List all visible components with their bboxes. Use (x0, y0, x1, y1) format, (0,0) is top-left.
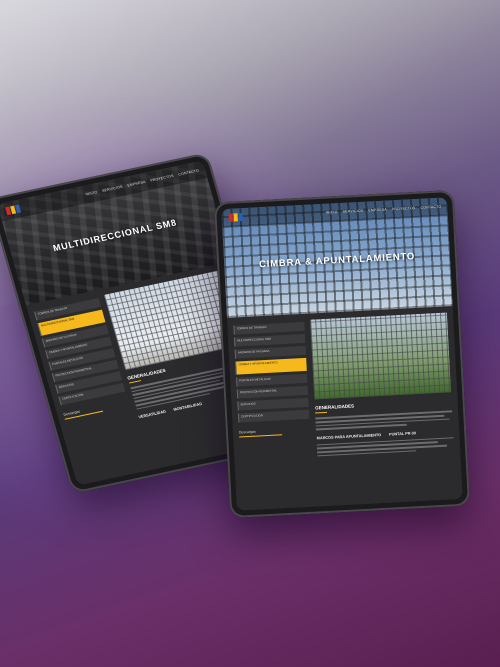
sidebar-menu: TORRES DE TRABAJO MULTIDIRECCIONAL SM8 A… (227, 313, 318, 510)
nav-item-proyectos[interactable]: PROYECTOS (150, 174, 174, 183)
sidebar-item-puntales[interactable]: PUNTALES METÁLICOS (236, 373, 308, 387)
downloads-heading: Descargas (238, 429, 256, 435)
title-underline (315, 412, 328, 414)
title-underline (128, 380, 141, 384)
tablet-front-screen: INICIO SERVICIOS EMPRESA PROYECTOS CONTA… (221, 197, 463, 511)
nav-item-servicios[interactable]: SERVICIOS (102, 185, 123, 193)
sidebar-item-andamio-fachada[interactable]: ANDAMIO DE FACHADA (234, 345, 307, 359)
nav-item-servicios[interactable]: SERVICIOS (342, 209, 363, 214)
nav-item-proyectos[interactable]: PROYECTOS (392, 206, 416, 211)
sidebar-item-servicios[interactable]: SERVICIOS (237, 397, 310, 411)
shoring-photo (310, 312, 452, 400)
hero-banner: INICIO SERVICIOS EMPRESA PROYECTOS CONTA… (221, 197, 453, 318)
main-nav: INICIO SERVICIOS EMPRESA PROYECTOS CONTA… (326, 205, 442, 215)
main-nav: INICIO SERVICIOS EMPRESA PROYECTOS CONTA… (85, 168, 199, 196)
sidebar-item-proteccion[interactable]: PROTECCIÓN PERIMETRAL (236, 385, 309, 399)
sidebar-item-certificacion[interactable]: CERTIFICACIÓN (237, 409, 310, 423)
hero-title: CIMBRA & APUNTALAMIENTO (258, 251, 416, 271)
company-logo[interactable] (4, 203, 22, 216)
nav-item-contacto[interactable]: CONTACTO (178, 168, 200, 176)
nav-item-empresa[interactable]: EMPRESA (368, 207, 387, 212)
main-column: GENERALIDADES MARCOS PARA APUNTALAMIENTO… (308, 306, 463, 507)
downloads-divider (239, 433, 282, 438)
nav-item-empresa[interactable]: EMPRESA (127, 180, 146, 188)
company-logo[interactable] (227, 212, 244, 223)
subheading-marcos: MARCOS PARA APUNTALAMIENTO (316, 432, 382, 441)
sidebar-item-torres[interactable]: TORRES DE TRABAJO (233, 321, 306, 335)
body-paragraph (315, 410, 453, 431)
section-title: GENERALIDADES (315, 403, 355, 411)
subheading-puntal: PUNTAL PR-30 (389, 430, 417, 437)
sidebar-item-multidireccional[interactable]: MULTIDIRECCIONAL SM8 (233, 333, 306, 347)
subheading-montabilidad: MONTABILIDAD (173, 402, 203, 412)
body-paragraph-2 (317, 437, 454, 457)
page-content: TORRES DE TRABAJO MULTIDIRECCIONAL SM8 A… (226, 305, 463, 511)
nav-item-contacto[interactable]: CONTACTO (420, 205, 441, 210)
nav-item-inicio[interactable]: INICIO (326, 210, 338, 215)
hero-title: MULTIDIRECCIONAL SM8 (51, 217, 179, 254)
top-nav-bar: INICIO SERVICIOS EMPRESA PROYECTOS CONTA… (221, 197, 448, 228)
sidebar-item-cimbra[interactable]: CIMBRA Y APUNTALAMIENTO (235, 357, 308, 375)
tablet-front: INICIO SERVICIOS EMPRESA PROYECTOS CONTA… (213, 189, 471, 519)
nav-item-inicio[interactable]: INICIO (85, 190, 98, 196)
subheading-versatilidad: VERSATILIDAD (138, 409, 167, 420)
top-nav-bar: INICIO SERVICIOS EMPRESA PROYECTOS CONTA… (0, 160, 208, 222)
